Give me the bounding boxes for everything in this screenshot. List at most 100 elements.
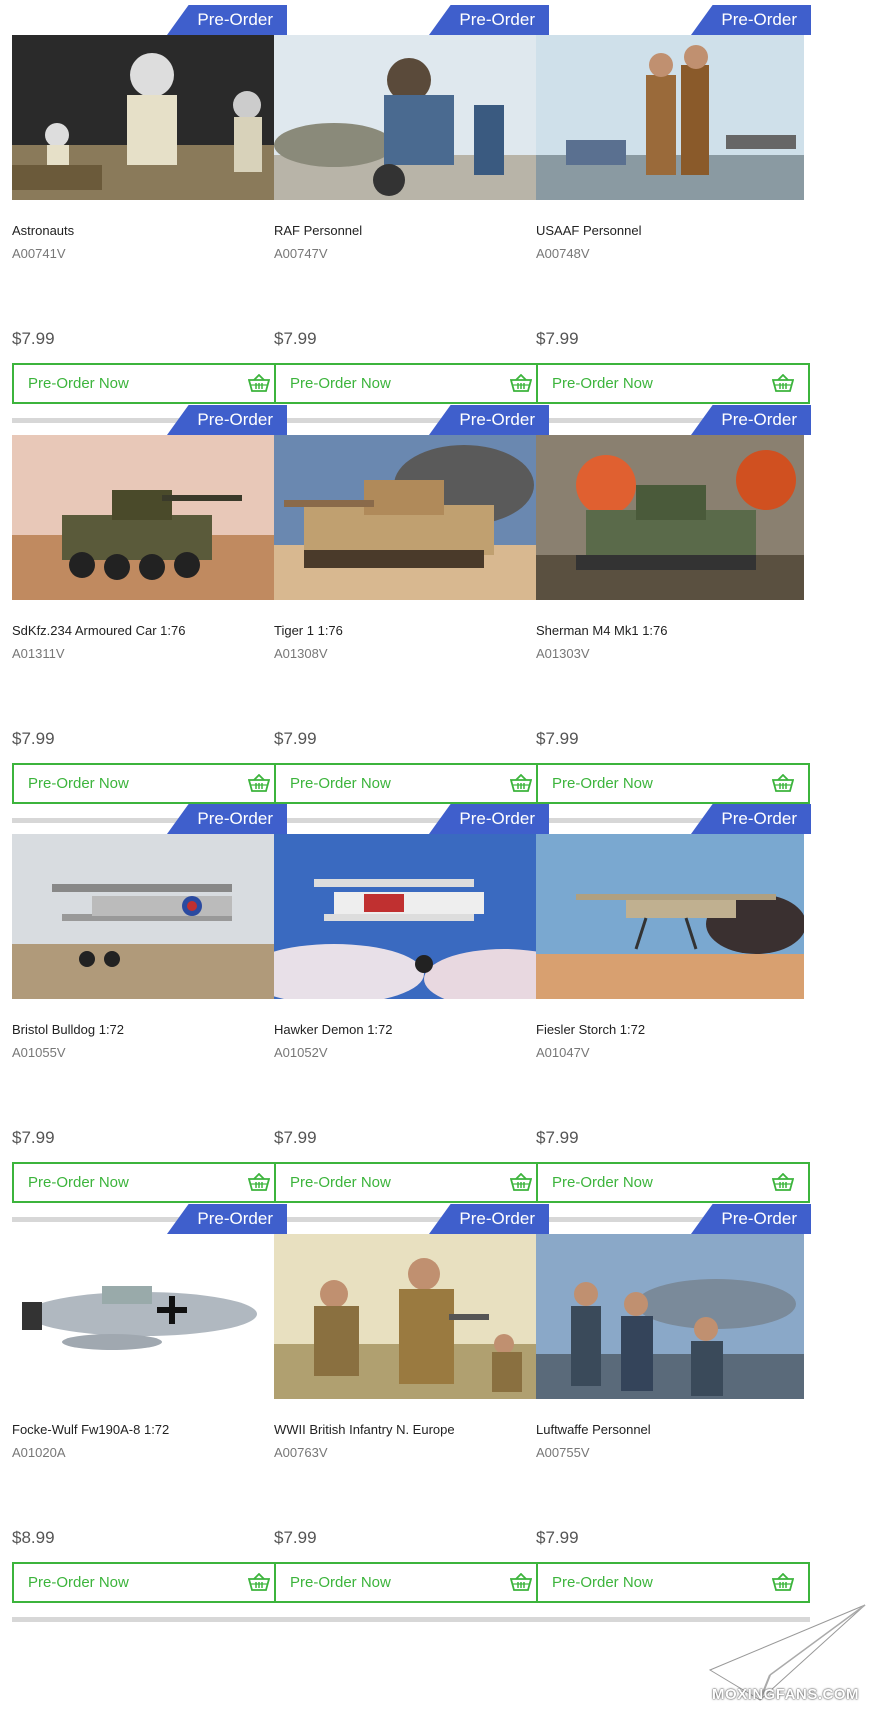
- pre-order-now-label: Pre-Order Now: [552, 375, 653, 392]
- pre-order-now-label: Pre-Order Now: [290, 1174, 391, 1191]
- product-image-wrap: Pre-Order: [536, 1204, 811, 1404]
- product-price: $8.99: [12, 1528, 55, 1547]
- basket-icon: [248, 374, 270, 392]
- pre-order-now-label: Pre-Order Now: [552, 775, 653, 792]
- product-sku: A01311V: [12, 646, 65, 661]
- product-card[interactable]: Pre-Order WWII British Infantry N. Europ…: [274, 1204, 549, 1624]
- product-title[interactable]: Astronauts: [12, 223, 74, 238]
- pre-order-badge: Pre-Order: [691, 804, 811, 834]
- pre-order-now-button[interactable]: Pre-Order Now: [536, 1562, 810, 1603]
- pre-order-now-button[interactable]: Pre-Order Now: [536, 763, 810, 804]
- product-card[interactable]: Pre-Order Bristol Bulldog 1:72 A01055V $…: [12, 804, 287, 1224]
- product-sku: A01308V: [274, 646, 328, 661]
- product-title[interactable]: Fiesler Storch 1:72: [536, 1022, 645, 1037]
- product-image-wrap: Pre-Order: [274, 405, 549, 605]
- pre-order-now-button[interactable]: Pre-Order Now: [274, 1162, 548, 1203]
- product-image-wrap: Pre-Order: [274, 5, 549, 205]
- product-image-wrap: Pre-Order: [12, 5, 287, 205]
- product-title[interactable]: RAF Personnel: [274, 223, 362, 238]
- basket-icon: [248, 774, 270, 792]
- product-card[interactable]: Pre-Order RAF Personnel A00747V $7.99 Pr…: [274, 5, 549, 425]
- product-price: $7.99: [12, 1128, 55, 1147]
- pre-order-now-label: Pre-Order Now: [552, 1174, 653, 1191]
- product-card[interactable]: Pre-Order Astronauts A00741V $7.99 Pre-O…: [12, 5, 287, 425]
- pre-order-badge: Pre-Order: [167, 405, 287, 435]
- product-image-wrap: Pre-Order: [12, 1204, 287, 1404]
- pre-order-now-label: Pre-Order Now: [28, 1174, 129, 1191]
- pre-order-now-button[interactable]: Pre-Order Now: [536, 1162, 810, 1203]
- pre-order-now-label: Pre-Order Now: [28, 375, 129, 392]
- pre-order-badge: Pre-Order: [691, 1204, 811, 1234]
- pre-order-now-label: Pre-Order Now: [290, 375, 391, 392]
- basket-icon: [772, 1173, 794, 1191]
- product-card[interactable]: Pre-Order Focke-Wulf Fw190A-8 1:72 A0102…: [12, 1204, 287, 1624]
- product-price: $7.99: [274, 1528, 317, 1547]
- product-card[interactable]: Pre-Order SdKfz.234 Armoured Car 1:76 A0…: [12, 405, 287, 825]
- product-sku: A01020A: [12, 1445, 66, 1460]
- card-divider: [12, 1617, 286, 1622]
- product-title[interactable]: SdKfz.234 Armoured Car 1:76: [12, 623, 185, 638]
- product-image[interactable]: [12, 834, 280, 999]
- product-image[interactable]: [274, 1234, 542, 1399]
- pre-order-now-button[interactable]: Pre-Order Now: [12, 763, 286, 804]
- pre-order-badge: Pre-Order: [429, 405, 549, 435]
- basket-icon: [772, 1573, 794, 1591]
- pre-order-badge: Pre-Order: [429, 1204, 549, 1234]
- pre-order-badge: Pre-Order: [691, 5, 811, 35]
- product-sku: A00747V: [274, 246, 328, 261]
- pre-order-now-label: Pre-Order Now: [28, 1574, 129, 1591]
- product-image[interactable]: [274, 435, 542, 600]
- product-price: $7.99: [274, 729, 317, 748]
- product-title[interactable]: Focke-Wulf Fw190A-8 1:72: [12, 1422, 169, 1437]
- product-card[interactable]: Pre-Order Hawker Demon 1:72 A01052V $7.9…: [274, 804, 549, 1224]
- product-image[interactable]: [536, 834, 804, 999]
- product-title[interactable]: Sherman M4 Mk1 1:76: [536, 623, 668, 638]
- product-image[interactable]: [12, 35, 280, 200]
- pre-order-now-button[interactable]: Pre-Order Now: [12, 1562, 286, 1603]
- basket-icon: [248, 1573, 270, 1591]
- product-card[interactable]: Pre-Order Fiesler Storch 1:72 A01047V $7…: [536, 804, 811, 1224]
- product-sku: A01052V: [274, 1045, 328, 1060]
- product-image-wrap: Pre-Order: [536, 5, 811, 205]
- product-title[interactable]: USAAF Personnel: [536, 223, 642, 238]
- basket-icon: [772, 774, 794, 792]
- product-price: $7.99: [536, 1128, 579, 1147]
- product-image-wrap: Pre-Order: [536, 804, 811, 1004]
- product-image[interactable]: [536, 35, 804, 200]
- product-image-wrap: Pre-Order: [274, 1204, 549, 1404]
- pre-order-now-button[interactable]: Pre-Order Now: [274, 363, 548, 404]
- product-image[interactable]: [536, 435, 804, 600]
- product-title[interactable]: Hawker Demon 1:72: [274, 1022, 393, 1037]
- product-card[interactable]: Pre-Order Luftwaffe Personnel A00755V $7…: [536, 1204, 811, 1624]
- product-image[interactable]: [12, 435, 280, 600]
- product-title[interactable]: Tiger 1 1:76: [274, 623, 343, 638]
- pre-order-now-label: Pre-Order Now: [28, 775, 129, 792]
- pre-order-now-button[interactable]: Pre-Order Now: [274, 763, 548, 804]
- pre-order-badge: Pre-Order: [167, 804, 287, 834]
- product-price: $7.99: [536, 329, 579, 348]
- product-sku: A01055V: [12, 1045, 66, 1060]
- pre-order-badge: Pre-Order: [691, 405, 811, 435]
- product-title[interactable]: WWII British Infantry N. Europe: [274, 1422, 455, 1437]
- product-price: $7.99: [12, 729, 55, 748]
- pre-order-now-button[interactable]: Pre-Order Now: [12, 363, 286, 404]
- product-image[interactable]: [536, 1234, 804, 1399]
- product-price: $7.99: [536, 729, 579, 748]
- product-title[interactable]: Luftwaffe Personnel: [536, 1422, 651, 1437]
- basket-icon: [510, 774, 532, 792]
- pre-order-badge: Pre-Order: [429, 5, 549, 35]
- pre-order-now-label: Pre-Order Now: [552, 1574, 653, 1591]
- product-card[interactable]: Pre-Order USAAF Personnel A00748V $7.99 …: [536, 5, 811, 425]
- product-image[interactable]: [274, 35, 542, 200]
- product-price: $7.99: [274, 1128, 317, 1147]
- pre-order-now-button[interactable]: Pre-Order Now: [536, 363, 810, 404]
- product-card[interactable]: Pre-Order Sherman M4 Mk1 1:76 A01303V $7…: [536, 405, 811, 825]
- product-image[interactable]: [274, 834, 542, 999]
- product-image[interactable]: [12, 1234, 280, 1399]
- product-sku: A01303V: [536, 646, 590, 661]
- product-card[interactable]: Pre-Order Tiger 1 1:76 A01308V $7.99 Pre…: [274, 405, 549, 825]
- pre-order-now-button[interactable]: Pre-Order Now: [12, 1162, 286, 1203]
- product-title[interactable]: Bristol Bulldog 1:72: [12, 1022, 124, 1037]
- pre-order-now-label: Pre-Order Now: [290, 1574, 391, 1591]
- pre-order-now-button[interactable]: Pre-Order Now: [274, 1562, 548, 1603]
